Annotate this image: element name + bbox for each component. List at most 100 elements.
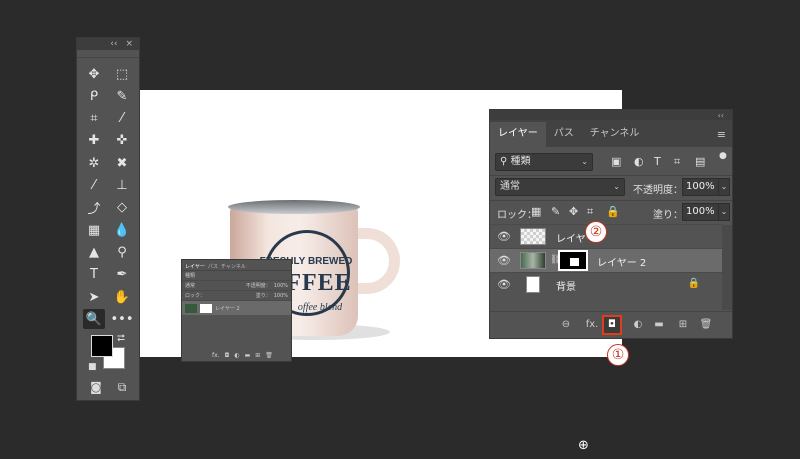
visibility-eye-icon[interactable]: 👁	[497, 230, 511, 243]
divider	[490, 175, 732, 176]
mini-adjust-icon: ◐	[234, 352, 240, 359]
panel-menu-icon[interactable]: ≡	[717, 128, 726, 141]
mini-layer-name: レイヤー 2	[215, 305, 240, 312]
mini-fill-label: 塗り：	[255, 293, 271, 299]
mug-rim	[228, 200, 360, 214]
zoom-tool-icon[interactable]: 🔍	[83, 309, 105, 330]
mini-opacity-label: 不透明度：	[245, 283, 271, 289]
foreground-color-swatch[interactable]	[91, 335, 113, 357]
fill-dropdown-icon[interactable]: ⌄	[718, 203, 730, 221]
layer-thumbnail	[520, 252, 546, 269]
callout-1: ①	[607, 344, 629, 366]
lock-artboard-icon[interactable]: ⌗	[587, 205, 593, 219]
marquee-tool-icon[interactable]: ⬚	[111, 64, 133, 84]
history-brush-tool-icon[interactable]: ⤴	[83, 198, 105, 218]
scrollbar[interactable]	[722, 225, 732, 310]
content-aware-move-tool-icon[interactable]: ✖	[111, 153, 133, 173]
mini-tab-paths: パス	[207, 264, 218, 270]
blend-mode-value: 通常	[500, 181, 520, 192]
brush-tool-icon[interactable]: ⁄	[83, 176, 105, 196]
filter-toggle-icon[interactable]: ●	[719, 151, 727, 161]
blend-mode-select[interactable]: 通常 ⌄	[495, 178, 625, 196]
opacity-input[interactable]: 100%	[682, 178, 720, 196]
lock-all-icon[interactable]: 🔒	[606, 205, 620, 218]
layer-row-selected[interactable]: 👁 ⛓ レイヤー 2	[490, 248, 722, 272]
quick-mask-icon[interactable]: ◙	[85, 378, 107, 396]
mini-filter-row: 種類	[182, 271, 291, 281]
layers-panel: ‹‹ レイヤー パス チャンネル ≡ ⚲ 種類 ⌄ ▣ ◐ T ⌗ ▤ ● 通常…	[489, 109, 733, 339]
move-tool-icon[interactable]: ✥	[83, 64, 105, 84]
mini-tab-layers: レイヤー	[185, 264, 205, 270]
layer-filter-select[interactable]: ⚲ 種類 ⌄	[495, 153, 593, 171]
opacity-dropdown-icon[interactable]: ⌄	[718, 178, 730, 196]
sharpen-tool-icon[interactable]: ▲	[83, 242, 105, 262]
mini-lock-row: ロック： 塗り： 100%	[182, 291, 291, 301]
quick-select-tool-icon[interactable]: ✎	[111, 86, 133, 106]
visibility-eye-icon[interactable]: 👁	[497, 278, 511, 291]
layers-collapse-icon[interactable]: ‹‹	[718, 111, 724, 120]
tab-channels[interactable]: チャンネル	[582, 122, 648, 147]
lasso-tool-icon[interactable]: ᑭ	[83, 86, 105, 106]
mini-tab-bar: レイヤー パス チャンネル	[182, 260, 291, 271]
add-mask-button[interactable]: ◘	[602, 315, 622, 335]
type-tool-icon[interactable]: T	[83, 265, 105, 285]
filter-adjustment-icon[interactable]: ◐	[634, 155, 644, 168]
visibility-eye-icon[interactable]: 👁	[497, 254, 511, 267]
pen-tool-icon[interactable]: ✒	[111, 265, 133, 285]
screen-mode-icon[interactable]: ⧉	[111, 378, 133, 396]
more-tools-icon[interactable]: •••	[111, 309, 134, 329]
tools-panel-header: ‹‹ ×	[77, 38, 139, 50]
tab-paths[interactable]: パス	[546, 122, 582, 147]
hand-tool-icon[interactable]: ✋	[111, 287, 133, 307]
layer-mask-thumbnail[interactable]	[558, 250, 588, 271]
tab-layers[interactable]: レイヤー	[490, 122, 546, 147]
swap-colors-icon[interactable]: ⮂	[117, 333, 125, 344]
close-icon[interactable]: ×	[125, 39, 133, 49]
collapse-icon[interactable]: ‹‹	[110, 39, 117, 49]
layer-name[interactable]: 背景	[556, 278, 576, 293]
blur-tool-icon[interactable]: 💧	[111, 220, 133, 240]
tools-panel: ‹‹ × ⮂ ■ ◙ ⧉ ✥ ⬚ ᑭ ✎ ⌗ ⁄ ✚ ✜ ✲ ✖ ⁄ ⊥ ⤴ ◇ ▦ 💧 ▲ ⚲ T ✒ ➤ ✋ 🔍 •••	[76, 37, 140, 401]
mini-mode: 通常	[185, 283, 196, 289]
eyedropper-tool-icon[interactable]: ⁄	[111, 109, 133, 129]
lock-paint-icon[interactable]: ✎	[551, 205, 560, 218]
filter-smart-object-icon[interactable]: ▤	[695, 155, 705, 168]
path-selection-tool-icon[interactable]: ➤	[83, 287, 105, 307]
lock-position-icon[interactable]: ✥	[569, 205, 578, 218]
healing-brush-tool-icon[interactable]: ✚	[83, 131, 105, 151]
chevron-down-icon: ⌄	[581, 157, 588, 166]
mini-filter: 種類	[185, 273, 196, 279]
zoom-cursor-icon: ⊕	[578, 438, 589, 453]
new-layer-icon[interactable]: ⊞	[675, 317, 691, 333]
eraser-tool-icon[interactable]: ◇	[111, 198, 133, 218]
mini-lock-label: ロック：	[185, 293, 206, 299]
link-layers-icon[interactable]: ⊖	[558, 317, 574, 333]
lock-transparent-icon[interactable]: ▦	[531, 205, 541, 218]
filter-pixel-icon[interactable]: ▣	[611, 155, 621, 168]
mini-tab-channels: チャンネル	[220, 264, 246, 270]
new-group-icon[interactable]: ▬	[651, 317, 667, 333]
filter-shape-icon[interactable]: ⌗	[674, 155, 680, 169]
mini-new-icon: ⊞	[255, 352, 261, 359]
crop-tool-icon[interactable]: ⌗	[83, 109, 105, 129]
gradient-tool-icon[interactable]: ▦	[83, 220, 105, 240]
fx-button[interactable]: fx.	[584, 317, 600, 333]
tools-panel-grip[interactable]	[77, 50, 139, 58]
delete-layer-icon[interactable]: 🗑	[698, 317, 714, 333]
layers-footer: ⊖ fx. ◘ ◐ ▬ ⊞ 🗑	[490, 311, 732, 338]
dodge-tool-icon[interactable]: ⚲	[111, 242, 133, 262]
bandage-tool-icon[interactable]: ✜	[111, 131, 133, 151]
layer-name[interactable]: レイヤー 2	[597, 254, 646, 269]
mini-layers-panel: レイヤー パス チャンネル 種類 通常 不透明度： 100% ロック： 塗り： …	[181, 259, 292, 362]
layer-row-background[interactable]: 👁 背景 🔒	[490, 272, 722, 296]
filter-type-icon[interactable]: T	[654, 155, 661, 168]
clone-stamp-tool-icon[interactable]: ⊥	[111, 176, 133, 196]
mini-layer-mask	[200, 303, 212, 313]
adjustment-layer-icon[interactable]: ◐	[630, 317, 646, 333]
default-colors-icon[interactable]: ■	[88, 362, 97, 372]
mini-layer-row: レイヤー 2	[182, 301, 291, 315]
fill-input[interactable]: 100%	[682, 203, 720, 221]
mini-delete-icon: 🗑	[265, 352, 273, 359]
puppet-warp-tool-icon[interactable]: ✲	[83, 153, 105, 173]
fill-label: 塗り：	[653, 210, 683, 221]
